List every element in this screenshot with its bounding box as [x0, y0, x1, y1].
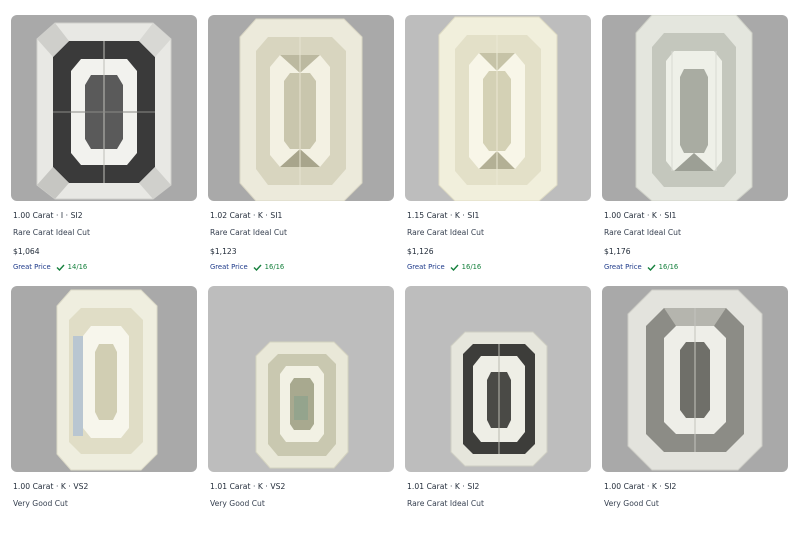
score-badge: 16/16 [647, 263, 679, 271]
product-title[interactable]: 1.15 Carat · K · SI1 [407, 211, 479, 220]
product-card[interactable]: 1.02 Carat · K · SI1 Rare Carat Ideal Cu… [208, 15, 394, 271]
emerald-cut-diamond-icon [438, 16, 558, 201]
product-card[interactable]: 1.15 Carat · K · SI1 Rare Carat Ideal Cu… [405, 15, 591, 271]
score-text: 14/16 [67, 263, 88, 271]
great-price-badge: Great Price [13, 263, 51, 271]
great-price-badge: Great Price [210, 263, 248, 271]
product-title[interactable]: 1.01 Carat · K · VS2 [210, 482, 285, 491]
emerald-cut-diamond-icon [635, 15, 753, 201]
score-badge: 16/16 [450, 263, 482, 271]
diamond-thumbnail[interactable] [11, 15, 197, 201]
emerald-cut-diamond-icon [450, 331, 548, 467]
product-price: $1,123 [210, 247, 237, 256]
emerald-cut-diamond-icon [255, 341, 349, 469]
emerald-cut-diamond-icon [56, 289, 158, 471]
emerald-cut-diamond-icon [239, 18, 363, 201]
cut-grade: Rare Carat Ideal Cut [407, 228, 484, 237]
diamond-thumbnail[interactable] [405, 15, 591, 201]
emerald-cut-diamond-icon [627, 289, 763, 471]
badge-row: Great Price 14/16 [13, 263, 87, 271]
emerald-cut-diamond-icon [36, 22, 172, 200]
great-price-badge: Great Price [604, 263, 642, 271]
product-card[interactable]: 1.00 Carat · K · SI1 Rare Carat Ideal Cu… [602, 15, 788, 271]
product-title[interactable]: 1.00 Carat · K · SI2 [604, 482, 676, 491]
cut-grade: Rare Carat Ideal Cut [13, 228, 90, 237]
product-price: $1,064 [13, 247, 40, 256]
diamond-thumbnail[interactable] [405, 286, 591, 472]
score-badge: 16/16 [253, 263, 285, 271]
score-text: 16/16 [264, 263, 285, 271]
cut-grade: Rare Carat Ideal Cut [604, 228, 681, 237]
product-price: $1,176 [604, 247, 631, 256]
score-badge: 14/16 [56, 263, 88, 271]
diamond-thumbnail[interactable] [208, 15, 394, 201]
product-title[interactable]: 1.02 Carat · K · SI1 [210, 211, 282, 220]
check-icon [253, 264, 262, 271]
diamond-thumbnail[interactable] [602, 15, 788, 201]
badge-row: Great Price 16/16 [407, 263, 481, 271]
check-icon [450, 264, 459, 271]
badge-row: Great Price 16/16 [210, 263, 284, 271]
score-text: 16/16 [461, 263, 482, 271]
product-card[interactable]: 1.00 Carat · I · SI2 Rare Carat Ideal Cu… [11, 15, 197, 271]
product-title[interactable]: 1.00 Carat · K · VS2 [13, 482, 88, 491]
cut-grade: Rare Carat Ideal Cut [210, 228, 287, 237]
product-title[interactable]: 1.00 Carat · I · SI2 [13, 211, 83, 220]
check-icon [56, 264, 65, 271]
product-title[interactable]: 1.01 Carat · K · SI2 [407, 482, 479, 491]
diamond-thumbnail[interactable] [602, 286, 788, 472]
great-price-badge: Great Price [407, 263, 445, 271]
check-icon [647, 264, 656, 271]
diamond-thumbnail[interactable] [11, 286, 197, 472]
product-price: $1,126 [407, 247, 434, 256]
product-grid: 1.00 Carat · I · SI2 Rare Carat Ideal Cu… [11, 15, 788, 542]
diamond-thumbnail[interactable] [208, 286, 394, 472]
product-title[interactable]: 1.00 Carat · K · SI1 [604, 211, 676, 220]
badge-row: Great Price 16/16 [604, 263, 678, 271]
score-text: 16/16 [658, 263, 679, 271]
